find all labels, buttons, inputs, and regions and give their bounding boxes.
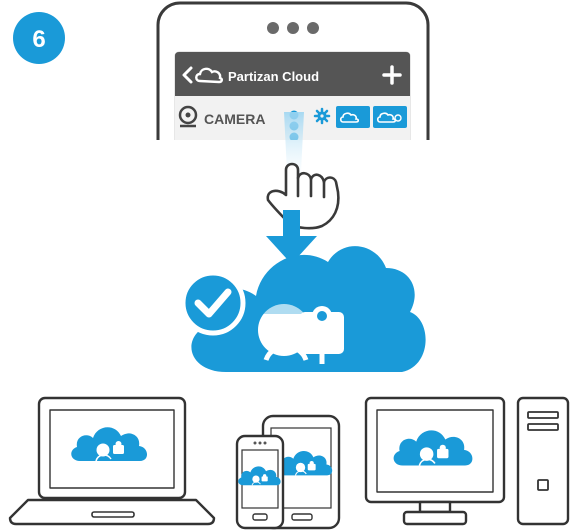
- cloud-camera-button[interactable]: [336, 106, 370, 128]
- checkmark-icon: [180, 270, 246, 336]
- cloud-settings-button[interactable]: [373, 106, 407, 128]
- gear-icon[interactable]: [313, 107, 331, 125]
- hand-pointer-icon: [266, 162, 340, 230]
- camera-label: CAMERA: [204, 111, 265, 127]
- phone-speaker-dots: [267, 22, 319, 34]
- step-number: 6: [32, 26, 45, 53]
- desktop-monitor: [364, 396, 506, 526]
- laptop-device: [8, 396, 216, 526]
- app-header: Partizan Cloud: [175, 52, 410, 96]
- app-title: Partizan Cloud: [228, 69, 319, 84]
- smartphone-device: [235, 434, 285, 530]
- step-badge: 6: [13, 12, 65, 64]
- desktop-tower: [516, 396, 570, 526]
